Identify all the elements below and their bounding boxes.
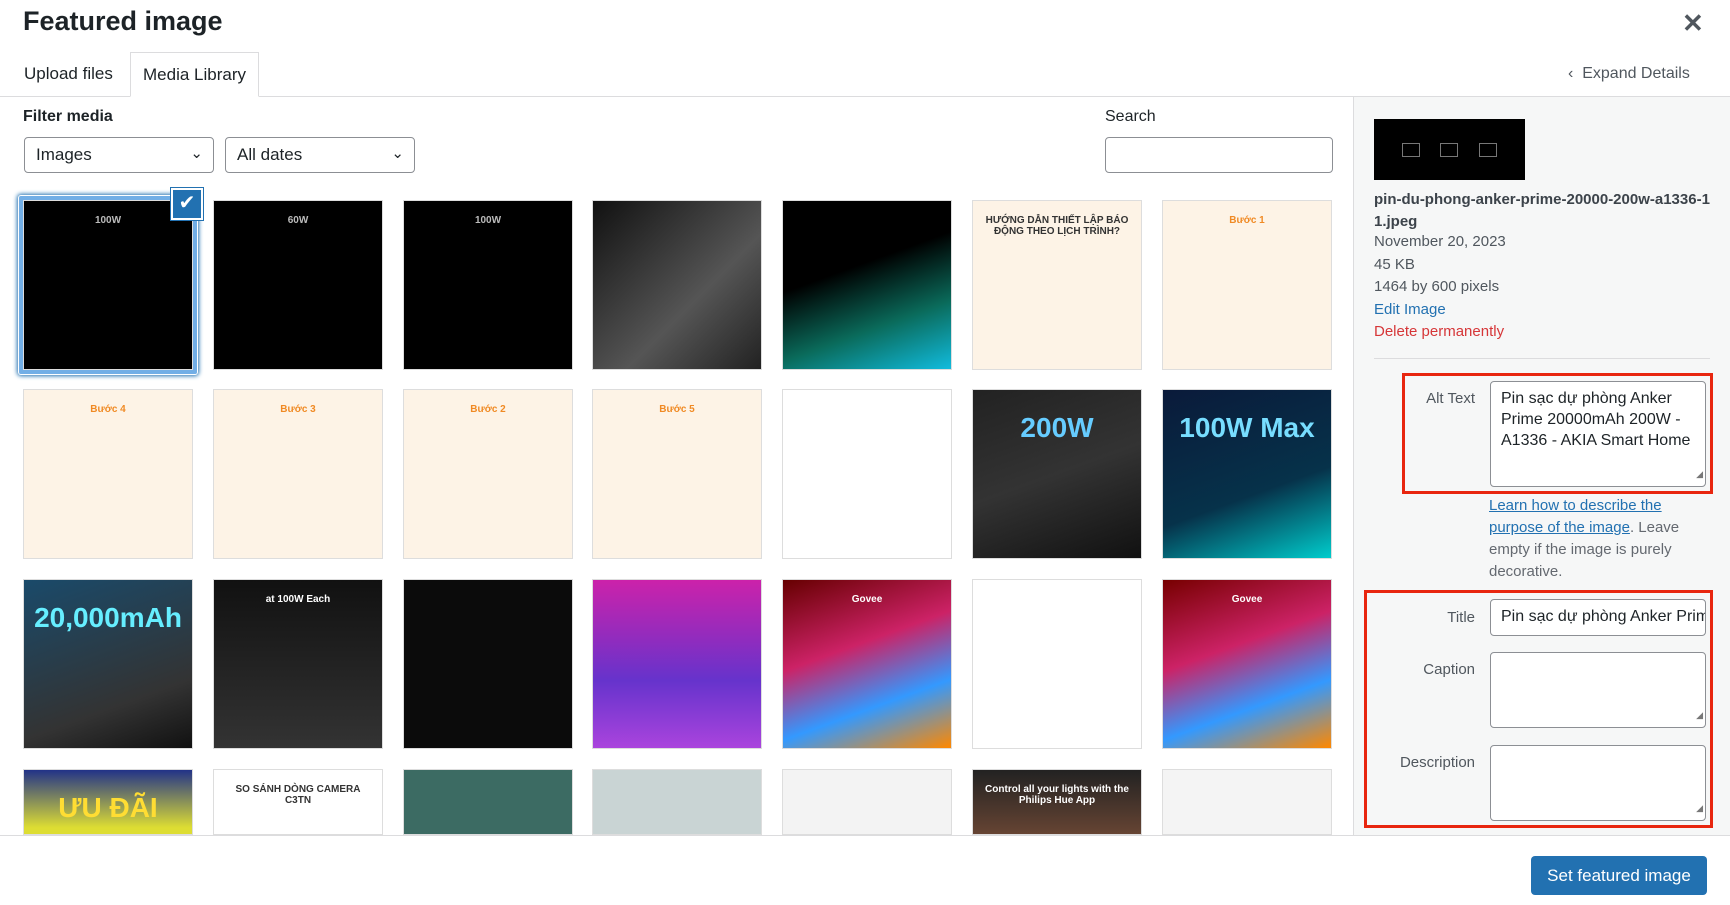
expand-details-button[interactable]: ‹ Expand Details: [1568, 65, 1690, 83]
media-tile[interactable]: Govee: [1162, 579, 1332, 749]
alt-text-textarea[interactable]: Pin sạc dự phòng Anker Prime 20000mAh 20…: [1490, 381, 1706, 487]
media-tile[interactable]: [972, 579, 1142, 749]
chevron-down-icon: ⌄: [190, 145, 203, 162]
tile-image-text: ƯU ĐÃI: [58, 792, 158, 823]
set-featured-image-button[interactable]: Set featured image: [1531, 856, 1707, 895]
tile-image-text: HƯỚNG DẪN THIẾT LẬP BÁO ĐỘNG THEO LỊCH T…: [985, 215, 1129, 237]
tile-image-text: Bước 3: [280, 404, 316, 415]
caption-label: Caption: [1423, 661, 1475, 678]
alt-text-label: Alt Text: [1426, 390, 1475, 407]
expand-details-label: Expand Details: [1582, 65, 1690, 82]
resize-handle-icon[interactable]: ◢: [1696, 464, 1703, 485]
date-value: All dates: [237, 145, 303, 164]
media-tile[interactable]: [592, 579, 762, 749]
media-tile[interactable]: [403, 769, 573, 835]
tile-image-text: 20,000mAh: [34, 602, 182, 633]
chevron-down-icon: ⌄: [391, 145, 404, 162]
attachment-filesize: 45 KB: [1374, 256, 1415, 273]
title-label: Title: [1447, 609, 1475, 626]
tile-image-text: Bước 2: [470, 404, 506, 415]
tile-image-text: Bước 1: [1229, 215, 1265, 226]
details-divider: [1374, 358, 1710, 359]
media-tile[interactable]: Bước 1: [1162, 200, 1332, 370]
alt-text-value: Pin sạc dự phòng Anker Prime 20000mAh 20…: [1501, 390, 1691, 449]
title-input[interactable]: Pin sạc dự phòng Anker Prime 20000mAh 20…: [1490, 599, 1706, 636]
media-tile[interactable]: 60W: [213, 200, 383, 370]
resize-handle-icon[interactable]: ◢: [1696, 705, 1703, 726]
resize-handle-icon[interactable]: ◢: [1696, 798, 1703, 819]
selected-image-thumbnail: [1374, 119, 1525, 180]
close-icon[interactable]: ✕: [1682, 8, 1704, 39]
media-tile[interactable]: Control all your lights with the Philips…: [972, 769, 1142, 835]
attachment-dimensions: 1464 by 600 pixels: [1374, 278, 1500, 295]
description-label: Description: [1399, 754, 1475, 771]
caption-textarea[interactable]: ◢: [1490, 652, 1706, 728]
edit-image-link[interactable]: Edit Image: [1374, 301, 1446, 318]
tile-image-text: SO SÁNH DÒNG CAMERA C3TN: [235, 784, 361, 806]
tab-media-library[interactable]: Media Library: [130, 52, 259, 97]
chevron-left-icon: ‹: [1568, 65, 1583, 82]
tab-upload-files[interactable]: Upload files: [12, 52, 125, 97]
media-tile[interactable]: 100W Max: [1162, 389, 1332, 559]
media-tile[interactable]: Bước 5: [592, 389, 762, 559]
media-tile[interactable]: [592, 200, 762, 370]
checkmark-icon[interactable]: ✔: [171, 188, 203, 220]
tile-image-text: Govee: [851, 594, 883, 605]
media-type-select[interactable]: Images ⌄: [24, 137, 214, 173]
attachment-filename: pin-du-phong-anker-prime-20000-200w-a133…: [1374, 191, 1710, 230]
media-tile[interactable]: 100W: [403, 200, 573, 370]
alt-text-help: Learn how to describe the purpose of the…: [1489, 495, 1711, 583]
tile-image-text: 100W: [474, 215, 502, 226]
tile-image-text: 200W: [1020, 412, 1094, 443]
tile-image-text: 100W Max: [1179, 412, 1315, 443]
modal-footer: [0, 835, 1730, 905]
tile-image-text: Bước 4: [90, 404, 126, 415]
media-tile[interactable]: at 100W Each: [213, 579, 383, 749]
media-tile[interactable]: Bước 3: [213, 389, 383, 559]
search-input[interactable]: [1105, 137, 1333, 173]
delete-permanently-link[interactable]: Delete permanently: [1374, 323, 1504, 340]
media-tile[interactable]: Bước 2: [403, 389, 573, 559]
media-tile[interactable]: [403, 579, 573, 749]
media-tile[interactable]: [782, 200, 952, 370]
tile-image-text: Control all your lights with the Philips…: [985, 784, 1129, 806]
media-tile[interactable]: 100W: [23, 200, 193, 370]
description-textarea[interactable]: ◢: [1490, 745, 1706, 821]
media-tile[interactable]: 200W: [972, 389, 1142, 559]
media-tile[interactable]: SO SÁNH DÒNG CAMERA C3TN: [213, 769, 383, 835]
tile-image-text: at 100W Each: [265, 594, 331, 605]
media-tile[interactable]: Govee: [782, 579, 952, 749]
media-tile[interactable]: HƯỚNG DẪN THIẾT LẬP BÁO ĐỘNG THEO LỊCH T…: [972, 200, 1142, 370]
media-tile[interactable]: [592, 769, 762, 835]
tile-image-text: Govee: [1231, 594, 1263, 605]
media-tile[interactable]: ƯU ĐÃI: [23, 769, 193, 835]
media-tile[interactable]: [1162, 769, 1332, 835]
search-label: Search: [1105, 108, 1156, 125]
tile-image-text: 60W: [287, 215, 309, 226]
date-select[interactable]: All dates ⌄: [225, 137, 415, 173]
tile-image-text: 100W: [94, 215, 122, 226]
media-type-value: Images: [36, 145, 92, 164]
modal-title: Featured image: [23, 6, 223, 36]
media-tile[interactable]: [782, 769, 952, 835]
tile-image-text: Bước 5: [659, 404, 695, 415]
attachment-date: November 20, 2023: [1374, 233, 1506, 250]
filter-media-label: Filter media: [23, 108, 113, 125]
media-tile[interactable]: Bước 4: [23, 389, 193, 559]
media-tile[interactable]: 20,000mAh: [23, 579, 193, 749]
media-tile[interactable]: [782, 389, 952, 559]
